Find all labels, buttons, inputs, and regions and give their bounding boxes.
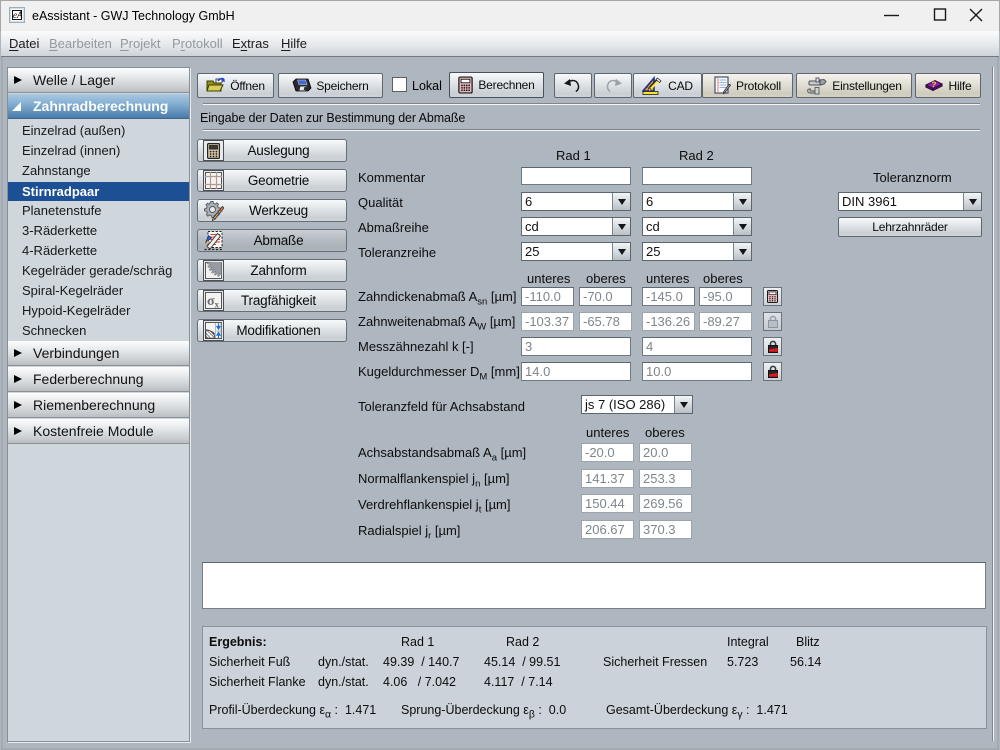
svg-text:x: x: [215, 300, 220, 310]
